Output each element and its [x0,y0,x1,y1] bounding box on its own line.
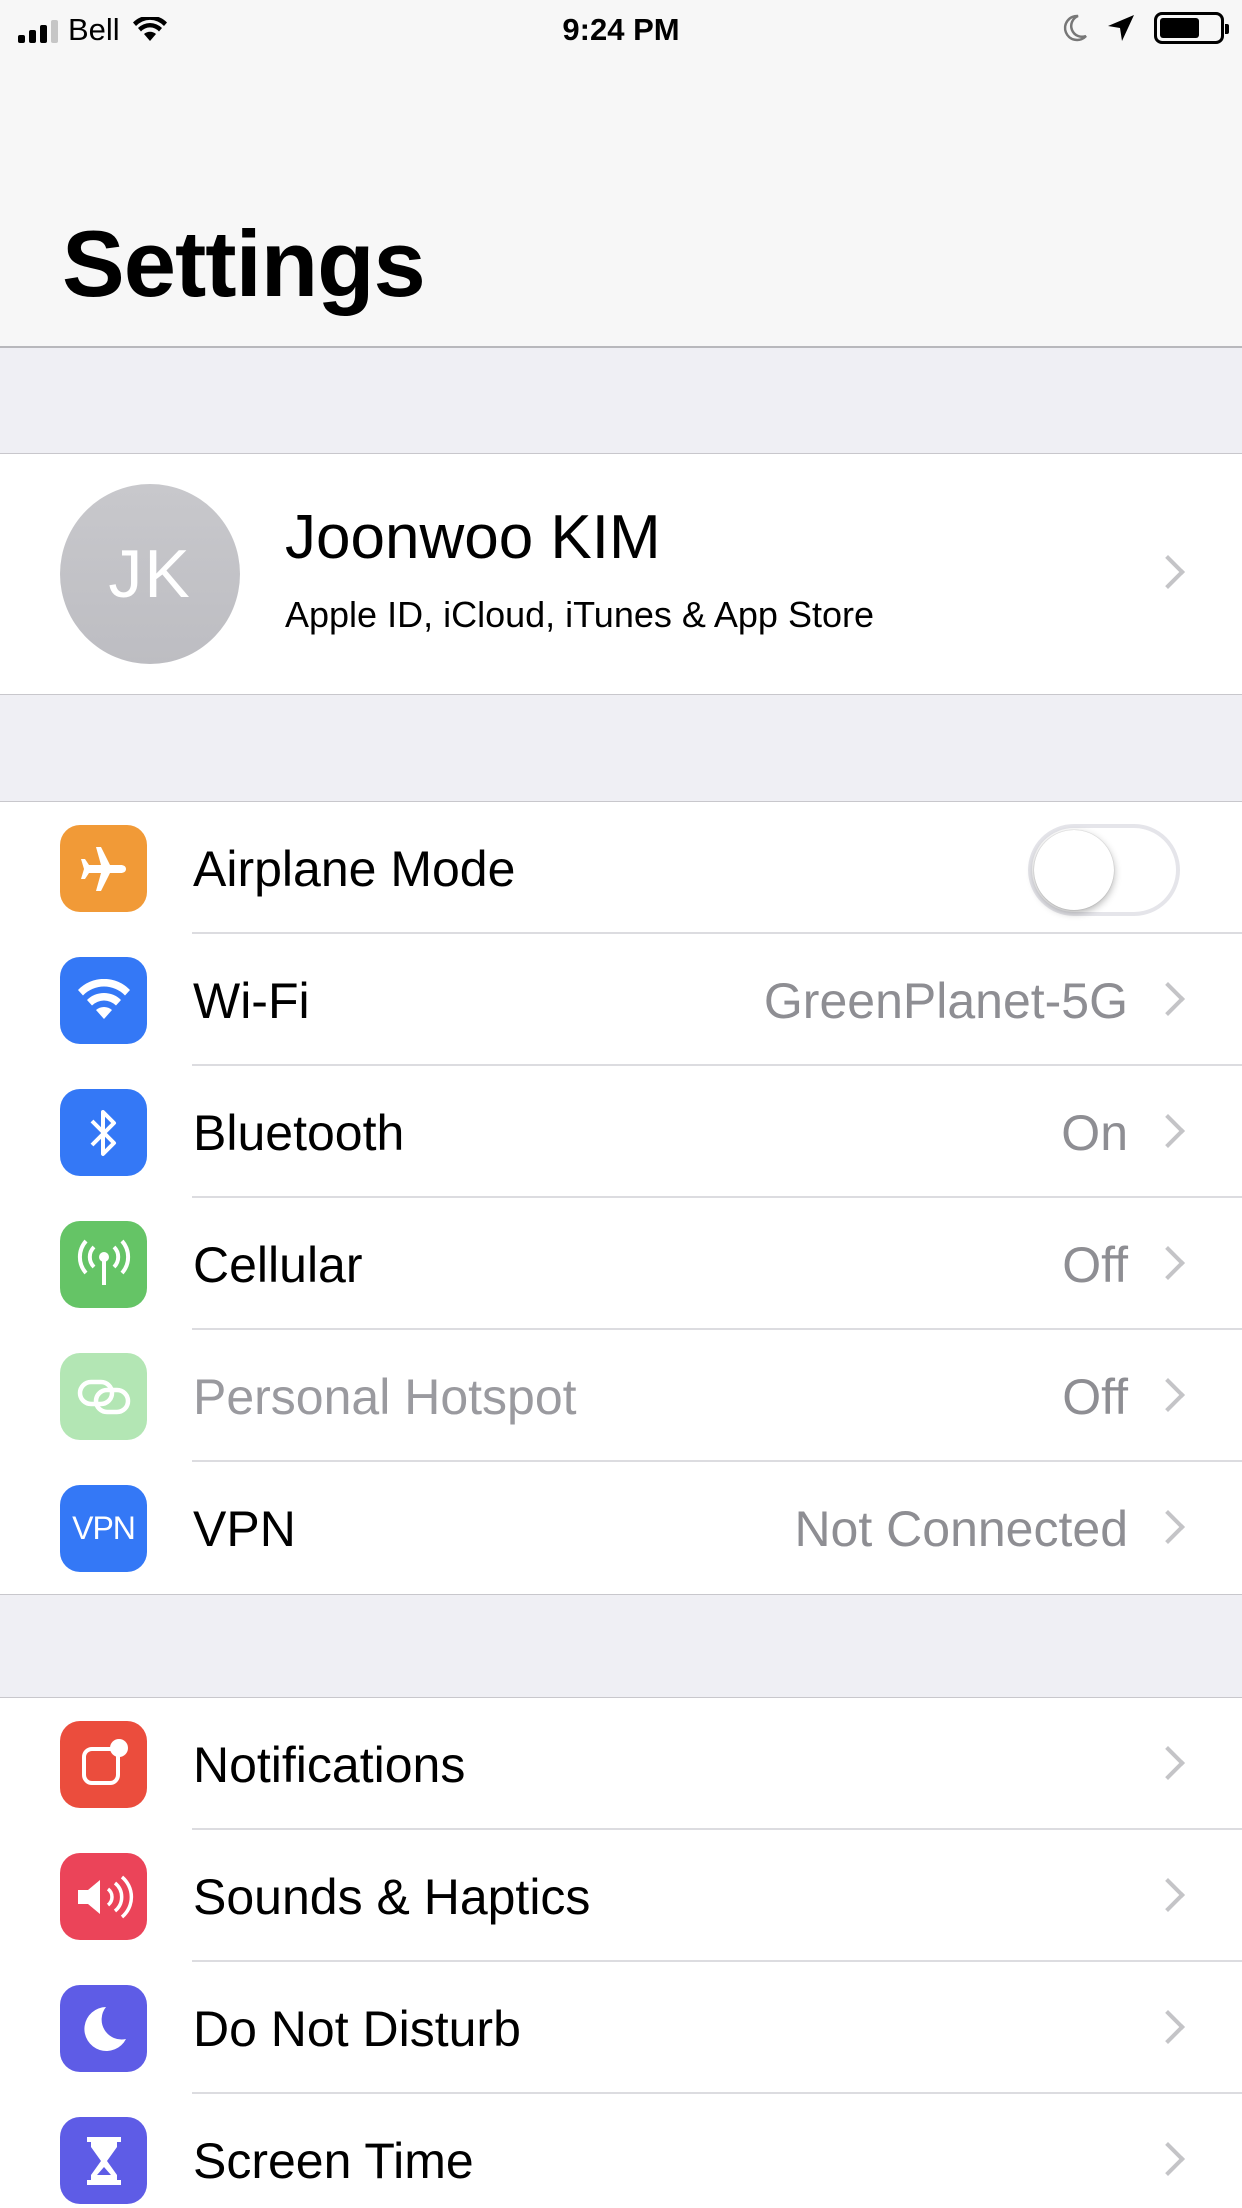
page-title: Settings [62,211,426,316]
settings-row-airplane-mode: Airplane Mode [0,802,1242,934]
settings-row-notifications[interactable]: Notifications [0,1698,1242,1830]
settings-row-personal-hotspot[interactable]: Personal Hotspot Off [0,1330,1242,1462]
chevron-right-icon [1151,1114,1185,1148]
do-not-disturb-label: Do Not Disturb [193,2001,521,2057]
hotspot-icon [60,1353,147,1440]
profile-subtitle: Apple ID, iCloud, iTunes & App Store [285,594,874,635]
cellular-value: Off [1062,1237,1128,1293]
settings-row-vpn[interactable]: VPN VPN Not Connected [0,1462,1242,1594]
vpn-label: VPN [193,1501,296,1557]
personal-hotspot-value: Off [1062,1369,1128,1425]
hourglass-icon [60,2117,147,2204]
vpn-value: Not Connected [794,1501,1128,1557]
profile-name: Joonwoo KIM [285,503,661,572]
wifi-icon [60,957,147,1044]
vpn-icon: VPN [60,1485,147,1572]
sounds-haptics-label: Sounds & Haptics [193,1869,591,1925]
notifications-label: Notifications [193,1737,466,1793]
cellular-label: Cellular [193,1237,363,1293]
settings-row-do-not-disturb[interactable]: Do Not Disturb [0,1962,1242,2094]
personal-hotspot-label: Personal Hotspot [193,1369,577,1425]
speaker-icon [60,1853,147,1940]
settings-row-cellular[interactable]: Cellular Off [0,1198,1242,1330]
avatar: JK [60,484,240,664]
wifi-value: GreenPlanet-5G [763,973,1128,1029]
settings-row-wifi[interactable]: Wi-Fi GreenPlanet-5G [0,934,1242,1066]
moon-icon [60,1985,147,2072]
notifications-icon [60,1721,147,1808]
location-arrow-icon [1108,15,1134,41]
connectivity-group: Airplane Mode Wi-Fi GreenPlanet-5G Bluet… [0,801,1242,1595]
cellular-antenna-icon [60,1221,147,1308]
battery-icon [1154,12,1229,44]
chevron-right-icon [1151,1746,1185,1780]
apple-id-profile-row[interactable]: JK Joonwoo KIM Apple ID, iCloud, iTunes … [0,453,1242,695]
chevron-right-icon [1151,555,1185,589]
do-not-disturb-moon-icon [1063,14,1087,42]
chevron-right-icon [1151,1246,1185,1280]
system-group: Notifications Sounds & Haptics Do Not Di… [0,1697,1242,2208]
status-bar: Bell 9:24 PM [0,0,1242,60]
chevron-right-icon [1151,1378,1185,1412]
bluetooth-value: On [1061,1105,1128,1161]
status-time: 9:24 PM [562,12,680,47]
airplane-icon [60,825,147,912]
settings-row-sounds-haptics[interactable]: Sounds & Haptics [0,1830,1242,1962]
settings-row-bluetooth[interactable]: Bluetooth On [0,1066,1242,1198]
bluetooth-icon [60,1089,147,1176]
airplane-mode-toggle[interactable] [1028,824,1180,916]
wifi-label: Wi-Fi [193,973,310,1029]
airplane-mode-label: Airplane Mode [193,841,516,897]
chevron-right-icon [1151,2142,1185,2176]
chevron-right-icon [1151,2010,1185,2044]
screen-time-label: Screen Time [193,2133,474,2189]
navigation-header: Settings [0,60,1242,348]
chevron-right-icon [1151,1510,1185,1544]
chevron-right-icon [1151,1878,1185,1912]
bluetooth-label: Bluetooth [193,1105,405,1161]
settings-row-screen-time[interactable]: Screen Time [0,2094,1242,2208]
chevron-right-icon [1151,982,1185,1016]
